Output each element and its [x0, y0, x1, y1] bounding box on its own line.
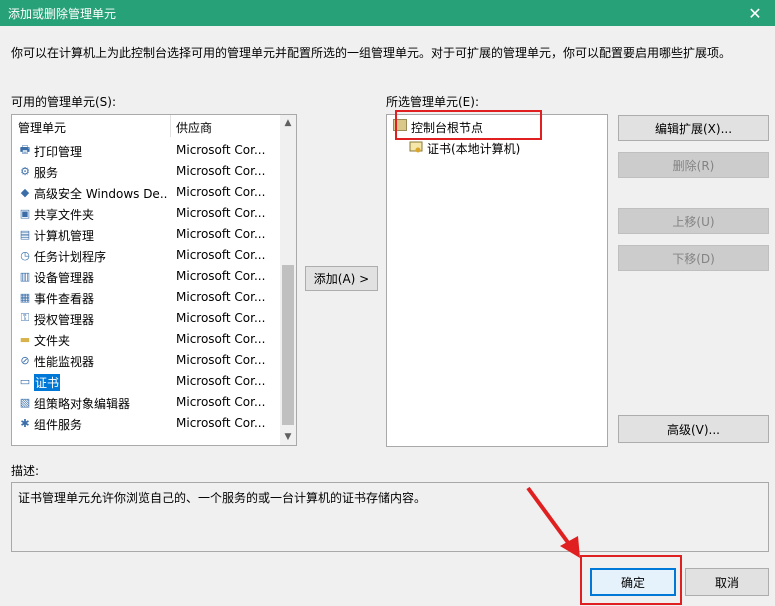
item-name: 共享文件夹 [34, 208, 95, 222]
item-vendor: Microsoft Cor... [176, 143, 266, 157]
list-item[interactable]: ▣ 共享文件夹 Microsoft Cor... [12, 203, 282, 224]
item-vendor: Microsoft Cor... [176, 185, 266, 199]
list-item[interactable]: ▦ 事件查看器 Microsoft Cor... [12, 287, 282, 308]
scroll-up-icon[interactable]: ▲ [280, 115, 296, 131]
list-item[interactable]: ▤ 计算机管理 Microsoft Cor... [12, 224, 282, 245]
dialog-description: 你可以在计算机上为此控制台选择可用的管理单元并配置所选的一组管理单元。对于可扩展… [11, 46, 732, 60]
item-vendor: Microsoft Cor... [176, 311, 266, 325]
list-item[interactable]: ◆ 高级安全 Windows De... Microsoft Cor... [12, 182, 282, 203]
list-item[interactable]: ▭ 证书 Microsoft Cor... [12, 371, 282, 392]
list-rows: 🖶 打印管理 Microsoft Cor... ⚙ 服务 Microsoft Cor...… [12, 140, 282, 434]
description-text: 证书管理单元允许你浏览自己的、一个服务的或一台计算机的证书存储内容。 [18, 491, 427, 505]
item-vendor: Microsoft Cor... [176, 227, 266, 241]
item-name: 任务计划程序 [34, 250, 107, 264]
printer-icon: 🖶 [19, 142, 31, 156]
folder-icon: ▬ [19, 332, 31, 346]
item-vendor: Microsoft Cor... [176, 164, 266, 178]
item-name: 授权管理器 [34, 313, 95, 327]
gear-icon: ⚙ [20, 164, 30, 178]
item-vendor: Microsoft Cor... [176, 290, 266, 304]
selected-label: 所选管理单元(E): [386, 95, 479, 109]
list-item[interactable]: ▥ 设备管理器 Microsoft Cor... [12, 266, 282, 287]
add-button[interactable]: 添加(A) > [305, 266, 378, 291]
available-snapins-list[interactable]: 管理单元 供应商 🖶 打印管理 Microsoft Cor... ⚙ 服务 Microso… [11, 114, 297, 446]
component-services-icon: ✱ [20, 416, 30, 430]
item-name: 事件查看器 [34, 292, 95, 306]
list-header: 管理单元 供应商 [12, 115, 282, 137]
item-name: 打印管理 [34, 145, 83, 159]
item-vendor: Microsoft Cor... [176, 353, 266, 367]
performance-icon: ⊘ [20, 353, 30, 367]
list-item[interactable]: ⚿ 授权管理器 Microsoft Cor... [12, 308, 282, 329]
item-name: 计算机管理 [34, 229, 95, 243]
device-manager-icon: ▥ [19, 269, 31, 283]
item-name: 性能监视器 [34, 355, 95, 369]
edit-extensions-button[interactable]: 编辑扩展(X)... [618, 115, 769, 141]
certificate-icon [409, 140, 423, 154]
item-vendor: Microsoft Cor... [176, 395, 266, 409]
list-item[interactable]: ▬ 文件夹 Microsoft Cor... [12, 329, 282, 350]
close-icon[interactable]: ✕ [735, 0, 775, 26]
item-name: 文件夹 [34, 334, 71, 348]
available-label: 可用的管理单元(S): [11, 95, 117, 109]
computer-management-icon: ▤ [19, 227, 31, 241]
move-up-button[interactable]: 上移(U) [618, 208, 769, 234]
item-vendor: Microsoft Cor... [176, 248, 266, 262]
item-name: 组策略对象编辑器 [34, 397, 131, 411]
certificate-icon: ▭ [19, 374, 31, 388]
description-box: 证书管理单元允许你浏览自己的、一个服务的或一台计算机的证书存储内容。 [11, 482, 769, 552]
advanced-button[interactable]: 高级(V)... [618, 415, 769, 443]
item-name: 组件服务 [34, 418, 83, 432]
highlight-box-ok [580, 555, 682, 605]
list-item[interactable]: ⚙ 服务 Microsoft Cor... [12, 161, 282, 182]
arrow-icon [526, 486, 580, 558]
description-label: 描述: [11, 464, 40, 478]
item-name: 证书 [34, 374, 61, 391]
item-vendor: Microsoft Cor... [176, 416, 266, 430]
item-vendor: Microsoft Cor... [176, 332, 266, 346]
clock-icon: ◷ [20, 248, 30, 262]
group-policy-icon: ▧ [19, 395, 31, 409]
scroll-down-icon[interactable]: ▼ [280, 429, 296, 445]
move-down-button[interactable]: 下移(D) [618, 245, 769, 271]
column-header-vendor[interactable]: 供应商 [176, 119, 212, 136]
item-vendor: Microsoft Cor... [176, 206, 266, 220]
remove-button[interactable]: 删除(R) [618, 152, 769, 178]
highlight-box-selected [395, 110, 542, 140]
list-item[interactable]: ◷ 任务计划程序 Microsoft Cor... [12, 245, 282, 266]
event-viewer-icon: ▦ [19, 290, 31, 304]
item-vendor: Microsoft Cor... [176, 374, 266, 388]
column-header-name[interactable]: 管理单元 [18, 119, 66, 136]
item-name: 高级安全 Windows De... [34, 187, 168, 201]
title-bar: 添加或删除管理单元 ✕ [0, 0, 775, 26]
scroll-thumb[interactable] [282, 265, 294, 425]
dialog-body: 你可以在计算机上为此控制台选择可用的管理单元并配置所选的一组管理单元。对于可扩展… [0, 26, 775, 606]
selected-snapins-list[interactable]: 控制台根节点 证书(本地计算机) [386, 114, 608, 447]
list-item[interactable]: ▧ 组策略对象编辑器 Microsoft Cor... [12, 392, 282, 413]
vertical-scrollbar[interactable]: ▲ ▼ [280, 115, 296, 445]
item-name: 设备管理器 [34, 271, 95, 285]
list-item[interactable]: 🖶 打印管理 Microsoft Cor... [12, 140, 282, 161]
list-item[interactable]: ✱ 组件服务 Microsoft Cor... [12, 413, 282, 434]
window-title: 添加或删除管理单元 [8, 7, 117, 21]
item-name: 服务 [34, 166, 59, 180]
cancel-button[interactable]: 取消 [685, 568, 769, 596]
firewall-icon: ◆ [20, 185, 30, 199]
tree-child-label: 证书(本地计算机) [427, 142, 521, 156]
authorization-icon: ⚿ [20, 311, 30, 324]
list-item[interactable]: ⊘ 性能监视器 Microsoft Cor... [12, 350, 282, 371]
column-separator[interactable] [170, 115, 171, 137]
shared-folder-icon: ▣ [19, 206, 31, 220]
item-vendor: Microsoft Cor... [176, 269, 266, 283]
